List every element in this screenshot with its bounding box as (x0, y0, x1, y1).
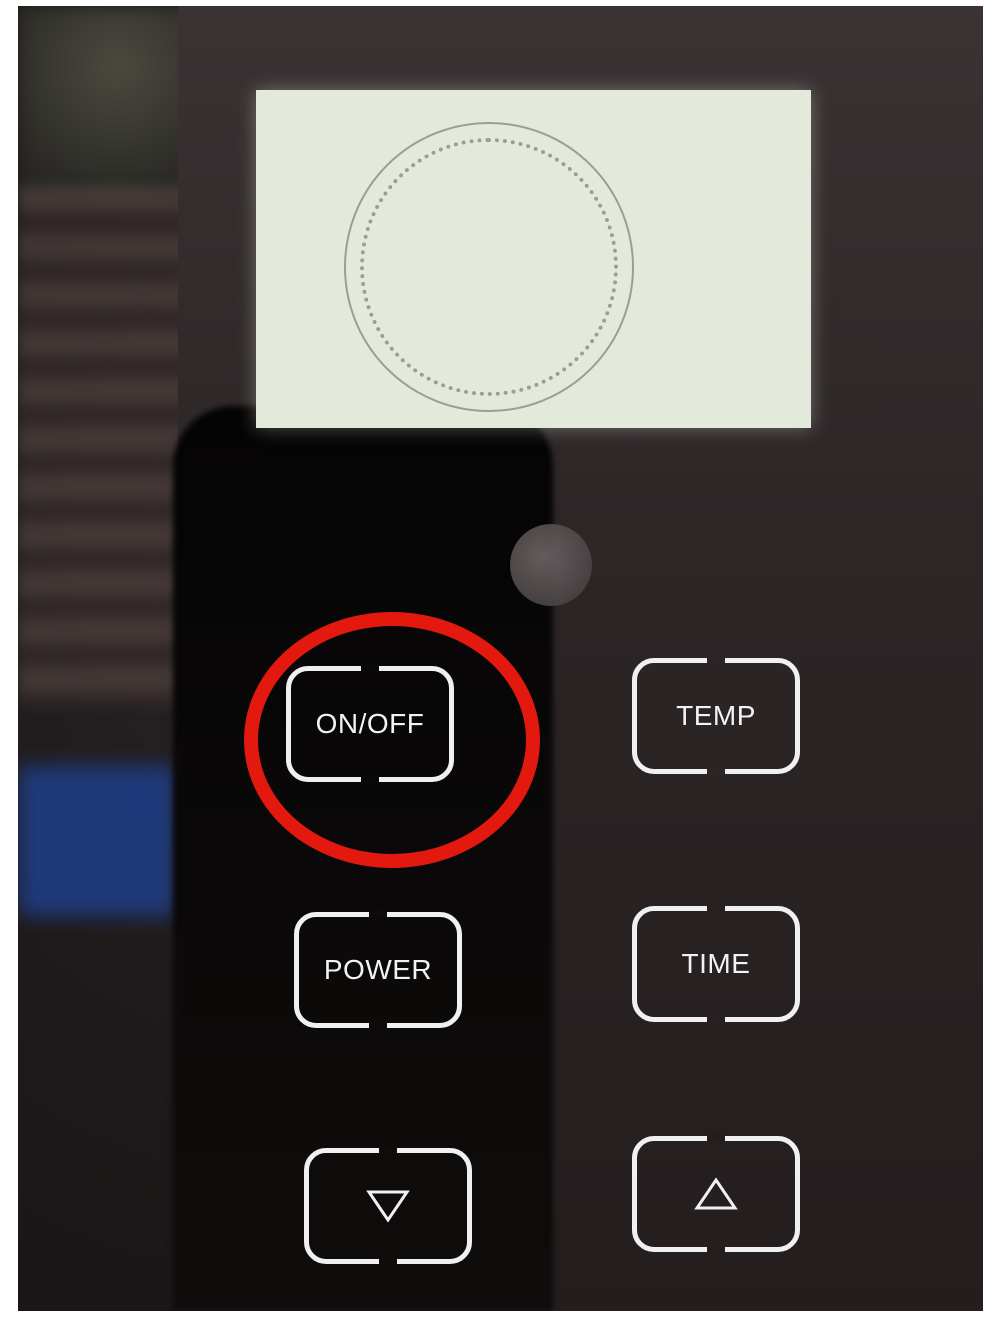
up-button[interactable] (632, 1134, 800, 1254)
temp-label: TEMP (676, 700, 756, 731)
background-blue-object (18, 766, 178, 916)
highlight-circle (244, 612, 540, 868)
on-off-label: ON/OFF (315, 708, 425, 739)
power-button[interactable]: POWER (294, 910, 462, 1030)
power-label: POWER (323, 954, 433, 985)
time-label: TIME (681, 948, 751, 979)
sensor (510, 524, 592, 606)
time-button[interactable]: TIME (632, 904, 800, 1024)
down-button[interactable] (304, 1146, 472, 1266)
lcd-display (256, 90, 811, 428)
triangle-up-icon (694, 1177, 738, 1210)
photo: ON/OFF TEMP POWER TIME (18, 6, 983, 1311)
triangle-down-icon (366, 1190, 410, 1223)
temp-button[interactable]: TEMP (632, 656, 800, 776)
lcd-dotted-ring (360, 138, 618, 396)
